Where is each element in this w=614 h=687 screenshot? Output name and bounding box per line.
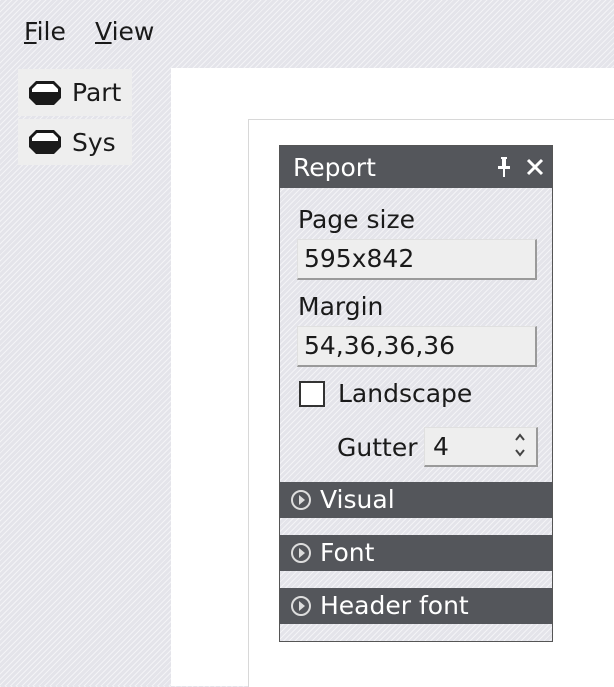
gutter-value: 4 xyxy=(433,432,449,461)
menu-file-label: ile xyxy=(36,17,66,46)
chevron-up-icon[interactable] xyxy=(514,432,526,442)
hexagon-icon xyxy=(29,80,61,105)
sidebar-item-label: Sys xyxy=(72,127,116,157)
sidebar-item-part[interactable]: Part xyxy=(18,69,132,116)
margin-field[interactable]: 54,36,36,36 xyxy=(297,326,537,367)
menu-file-accelerator: F xyxy=(24,17,37,46)
gutter-label: Gutter xyxy=(337,433,418,462)
section-font[interactable]: Font xyxy=(280,535,552,571)
sidebar-item-sys[interactable]: Sys xyxy=(18,119,132,165)
menu-view-label: iew xyxy=(111,17,155,46)
expand-icon xyxy=(291,490,311,510)
close-icon[interactable] xyxy=(525,157,545,177)
expand-icon xyxy=(291,543,311,563)
pin-icon[interactable] xyxy=(496,156,512,178)
section-header-font[interactable]: Header font xyxy=(280,588,552,624)
gutter-stepper[interactable]: 4 xyxy=(424,427,538,467)
menu-view-accelerator: V xyxy=(95,17,112,46)
section-label: Font xyxy=(320,538,375,567)
menu-file[interactable]: File xyxy=(24,17,66,46)
chevron-down-icon[interactable] xyxy=(514,448,526,458)
menu-bar: File View xyxy=(0,0,614,64)
landscape-label: Landscape xyxy=(338,379,473,408)
panel-header[interactable]: Report xyxy=(280,146,552,188)
margin-label: Margin xyxy=(298,292,384,321)
section-label: Header font xyxy=(320,591,469,620)
panel-title: Report xyxy=(293,153,376,182)
hexagon-icon xyxy=(29,130,61,154)
section-label: Visual xyxy=(320,485,395,514)
sidebar-item-label: Part xyxy=(72,78,122,107)
report-panel: Report Page size 595x842 Margin 54,36,36… xyxy=(279,145,553,642)
menu-view[interactable]: View xyxy=(95,17,154,46)
page-size-field[interactable]: 595x842 xyxy=(297,239,537,280)
expand-icon xyxy=(291,596,311,616)
page-size-label: Page size xyxy=(298,205,415,234)
landscape-checkbox[interactable] xyxy=(299,381,325,407)
section-visual[interactable]: Visual xyxy=(280,482,552,518)
